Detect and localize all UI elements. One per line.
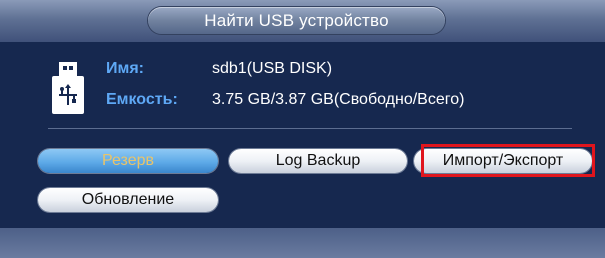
log-backup-button[interactable]: Log Backup xyxy=(229,149,407,173)
capacity-value: 3.75 GB/3.87 GB(Свободно/Всего) xyxy=(212,91,465,108)
backup-button[interactable]: Резерв xyxy=(38,149,218,173)
update-button[interactable]: Обновление xyxy=(38,188,218,212)
name-value: sdb1(USB DISK) xyxy=(212,60,333,77)
usb-drive-icon xyxy=(52,62,84,114)
capacity-label: Емкость: xyxy=(106,91,178,108)
footer-bar xyxy=(0,228,605,258)
divider xyxy=(48,128,572,129)
import-export-highlight xyxy=(421,144,595,177)
dialog-title: Найти USB устройство xyxy=(148,7,445,34)
title-bar: Найти USB устройство xyxy=(0,0,605,43)
name-label: Имя: xyxy=(106,60,144,77)
